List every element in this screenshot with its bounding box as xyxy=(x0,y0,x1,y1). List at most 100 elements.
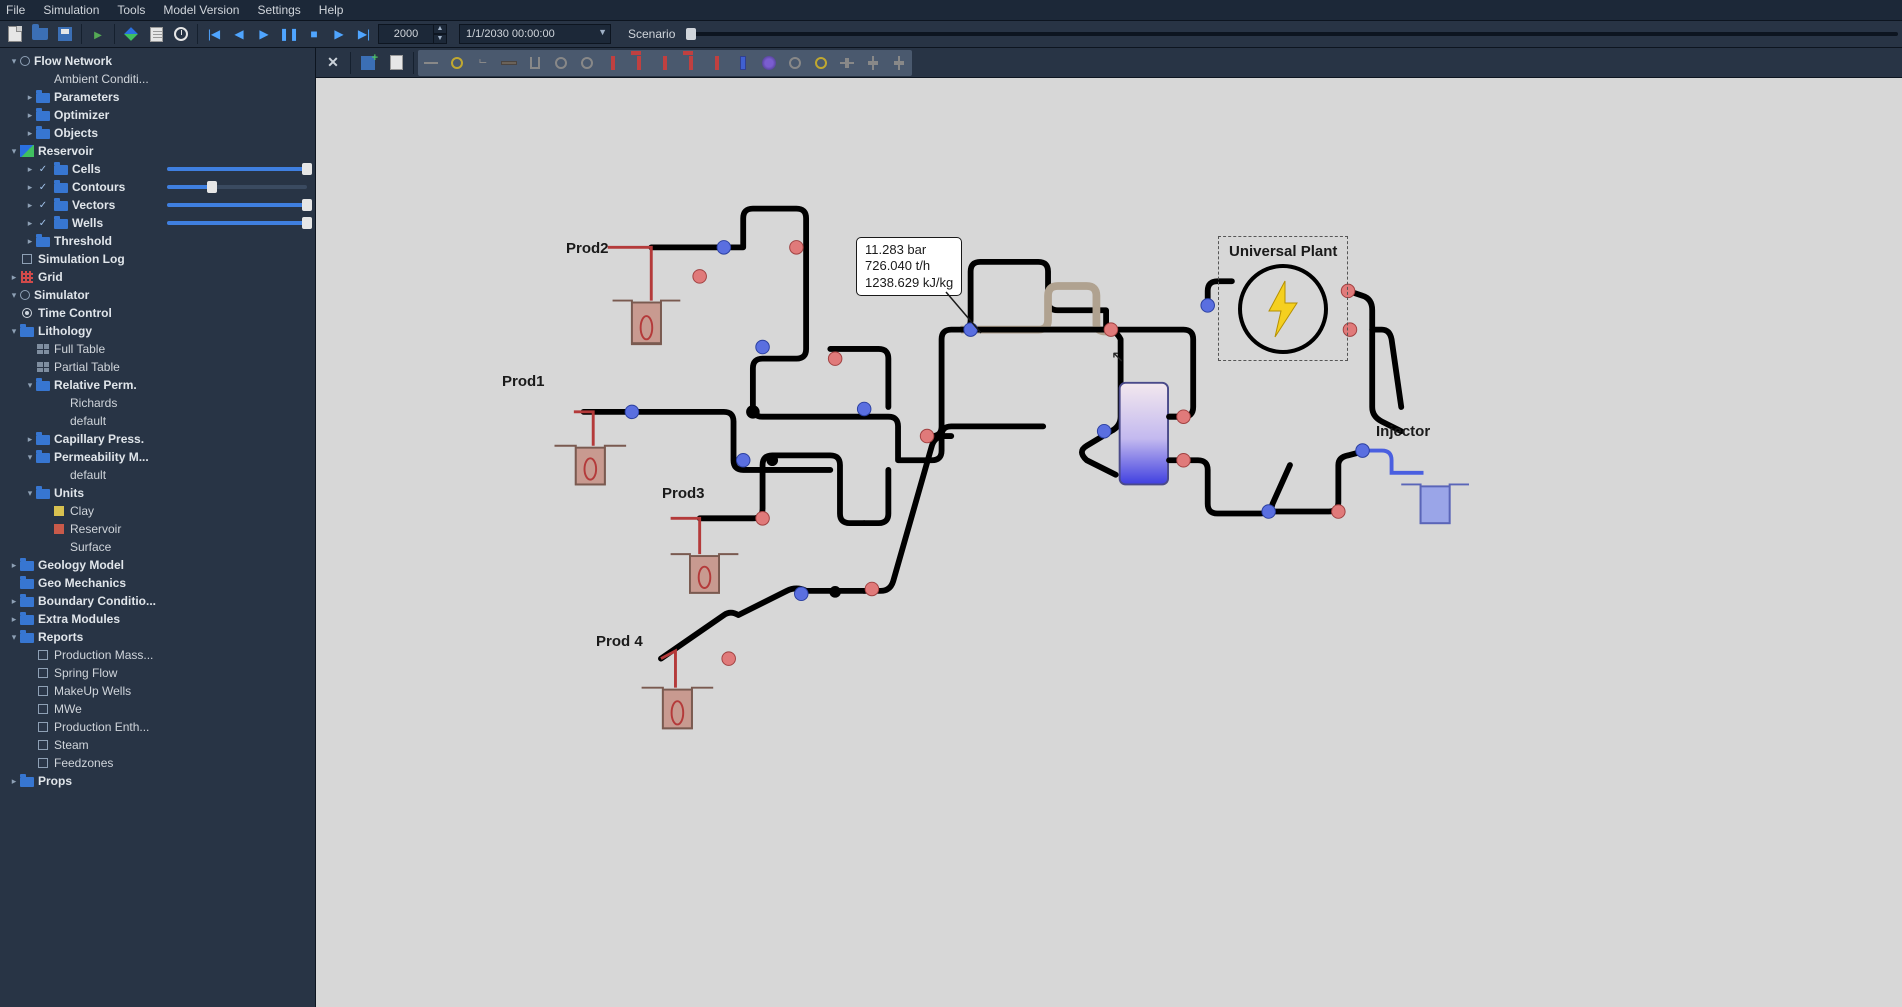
tool-red-2[interactable] xyxy=(626,51,652,75)
tool-center[interactable] xyxy=(834,51,860,75)
tree-item[interactable]: ▸Geology Model xyxy=(0,556,315,574)
tree-slider[interactable] xyxy=(167,203,307,207)
tooltip-line1: 11.283 bar xyxy=(865,242,953,258)
tree-item[interactable]: MWe xyxy=(0,700,315,718)
tree-item[interactable]: ▸Parameters xyxy=(0,88,315,106)
tree-item[interactable]: ▸Contours xyxy=(0,178,315,196)
year-input[interactable] xyxy=(378,24,434,44)
tree-item[interactable]: Feedzones xyxy=(0,754,315,772)
menu-tools[interactable]: Tools xyxy=(117,3,145,17)
tool-circle-a[interactable] xyxy=(782,51,808,75)
tree-slider[interactable] xyxy=(167,167,307,171)
tree-item[interactable]: ▾Relative Perm. xyxy=(0,376,315,394)
tree-item[interactable]: ▾Lithology xyxy=(0,322,315,340)
well-prod4 xyxy=(642,688,714,729)
scenario-slider[interactable] xyxy=(686,32,1898,36)
tree-item[interactable]: Production Enth... xyxy=(0,718,315,736)
skip-forward-button[interactable]: ▶| xyxy=(353,23,375,45)
date-dropdown-icon[interactable]: ▼ xyxy=(598,27,607,37)
plant-box[interactable]: Universal Plant xyxy=(1218,236,1348,361)
tree-item[interactable]: default xyxy=(0,412,315,430)
save-diagram-button[interactable] xyxy=(355,51,381,75)
menu-file[interactable]: File xyxy=(6,3,25,17)
tree-item[interactable]: Time Control xyxy=(0,304,315,322)
clock-button[interactable] xyxy=(170,23,192,45)
well-injector xyxy=(1401,484,1469,523)
year-up-button[interactable]: ▲ xyxy=(433,24,447,34)
flow-canvas[interactable]: Prod2 Prod1 Prod3 Prod 4 Injector 11.283… xyxy=(316,78,1902,1007)
tree-item[interactable]: ▸Extra Modules xyxy=(0,610,315,628)
save-file-button[interactable] xyxy=(54,23,76,45)
menu-help[interactable]: Help xyxy=(319,3,344,17)
tree-slider[interactable] xyxy=(167,185,307,189)
tree-item[interactable]: Full Table xyxy=(0,340,315,358)
tool-sink[interactable] xyxy=(522,51,548,75)
stop-button[interactable]: ■ xyxy=(303,23,325,45)
tree-item[interactable]: ▾Units xyxy=(0,484,315,502)
tree-item[interactable]: Spring Flow xyxy=(0,664,315,682)
year-down-button[interactable]: ▼ xyxy=(433,34,447,44)
date-input[interactable] xyxy=(459,24,611,44)
tree-item[interactable]: ▸Props xyxy=(0,772,315,790)
tree-item[interactable]: Partial Table xyxy=(0,358,315,376)
tool-flip-v[interactable] xyxy=(886,51,912,75)
new-file-button[interactable] xyxy=(4,23,26,45)
play-button[interactable]: ▶ xyxy=(253,23,275,45)
layers-button[interactable] xyxy=(120,23,142,45)
tree-item[interactable]: Ambient Conditi... xyxy=(0,70,315,88)
tree-item[interactable]: ▾Flow Network xyxy=(0,52,315,70)
pause-button[interactable]: ❚❚ xyxy=(278,23,300,45)
tree-item[interactable]: Reservoir xyxy=(0,520,315,538)
tree-item[interactable]: ▸Vectors xyxy=(0,196,315,214)
tree-item[interactable]: Geo Mechanics xyxy=(0,574,315,592)
tool-angle[interactable] xyxy=(470,51,496,75)
tree-sidebar[interactable]: ▾Flow NetworkAmbient Conditi...▸Paramete… xyxy=(0,48,316,1007)
tool-node-b[interactable] xyxy=(574,51,600,75)
tool-tank[interactable] xyxy=(730,51,756,75)
export-button[interactable] xyxy=(383,51,409,75)
tool-circle-b[interactable] xyxy=(808,51,834,75)
step-back-button[interactable]: ◀ xyxy=(228,23,250,45)
tree-item[interactable]: ▸Wells xyxy=(0,214,315,232)
tool-red-3[interactable] xyxy=(652,51,678,75)
tree-item[interactable]: ▸Cells xyxy=(0,160,315,178)
open-file-button[interactable] xyxy=(29,23,51,45)
menu-settings[interactable]: Settings xyxy=(257,3,300,17)
tree-item[interactable]: ▸Boundary Conditio... xyxy=(0,592,315,610)
tree-item[interactable]: ▸Grid xyxy=(0,268,315,286)
tree-item[interactable]: ▸Threshold xyxy=(0,232,315,250)
tree-item[interactable]: ▾Permeability M... xyxy=(0,448,315,466)
tree-item[interactable]: ▾Simulator xyxy=(0,286,315,304)
tree-item[interactable]: Surface xyxy=(0,538,315,556)
tree-item[interactable]: Simulation Log xyxy=(0,250,315,268)
step-forward-button[interactable]: ▶ xyxy=(328,23,350,45)
tree-item[interactable]: MakeUp Wells xyxy=(0,682,315,700)
tool-red-5[interactable] xyxy=(704,51,730,75)
tree-item[interactable]: Richards xyxy=(0,394,315,412)
tree-item[interactable]: ▾Reports xyxy=(0,628,315,646)
tree-item[interactable]: Clay xyxy=(0,502,315,520)
tool-red-4[interactable] xyxy=(678,51,704,75)
run-button[interactable] xyxy=(87,23,109,45)
menu-simulation[interactable]: Simulation xyxy=(43,3,99,17)
tool-pipe[interactable] xyxy=(496,51,522,75)
notes-button[interactable] xyxy=(145,23,167,45)
reset-view-button[interactable] xyxy=(320,51,346,75)
tree-item[interactable]: ▸Objects xyxy=(0,124,315,142)
tool-sun-icon[interactable] xyxy=(444,51,470,75)
tool-flip-h[interactable] xyxy=(860,51,886,75)
menu-model-version[interactable]: Model Version xyxy=(163,3,239,17)
tree-slider[interactable] xyxy=(167,221,307,225)
tool-red-1[interactable] xyxy=(600,51,626,75)
tree-item[interactable]: ▸Capillary Press. xyxy=(0,430,315,448)
well-prod1 xyxy=(555,446,627,485)
tree-item[interactable]: ▸Optimizer xyxy=(0,106,315,124)
tool-sphere[interactable] xyxy=(756,51,782,75)
skip-back-button[interactable]: |◀ xyxy=(203,23,225,45)
tree-item[interactable]: Steam xyxy=(0,736,315,754)
tree-item[interactable]: ▾Reservoir xyxy=(0,142,315,160)
tree-item[interactable]: Production Mass... xyxy=(0,646,315,664)
tool-node-a[interactable] xyxy=(548,51,574,75)
tree-item[interactable]: default xyxy=(0,466,315,484)
tool-straight-line[interactable] xyxy=(418,51,444,75)
